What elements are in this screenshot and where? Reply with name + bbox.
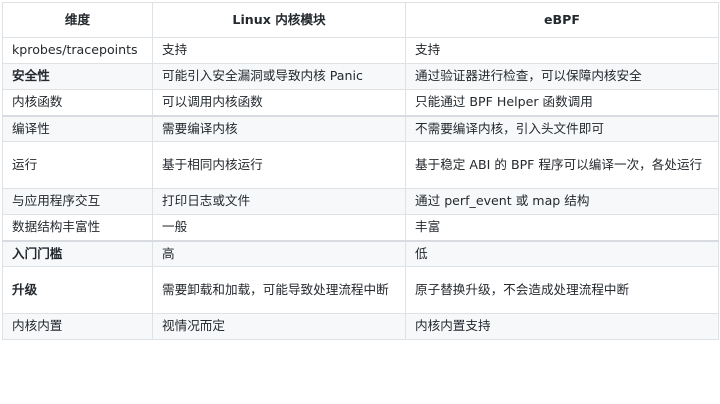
table-row: 内核函数 可以调用内核函数 只能通过 BPF Helper 函数调用: [2, 89, 719, 116]
row-dimension: 内核函数: [2, 89, 153, 116]
row-ebpf: 低: [405, 239, 719, 267]
row-dimension: 安全性: [2, 63, 153, 90]
row-kernel-module: 高: [152, 239, 406, 267]
row-dimension: 数据结构丰富性: [2, 214, 153, 241]
row-kernel-module: 需要卸载和加载，可能导致处理流程中断: [152, 266, 406, 314]
row-kernel-module: 一般: [152, 214, 406, 241]
table-row: 内核内置 视情况而定 内核内置支持: [2, 313, 719, 340]
table-row: 升级 需要卸载和加载，可能导致处理流程中断 原子替换升级，不会造成处理流程中断: [2, 266, 719, 314]
row-kernel-module: 可以调用内核函数: [152, 89, 406, 116]
row-ebpf: 不需要编译内核，引入头文件即可: [405, 114, 719, 142]
row-kernel-module: 基于相同内核运行: [152, 141, 406, 189]
header-dimension: 维度: [2, 2, 153, 38]
row-ebpf: 只能通过 BPF Helper 函数调用: [405, 89, 719, 116]
table-row: 与应用程序交互 打印日志或文件 通过 perf_event 或 map 结构: [2, 188, 719, 215]
row-kernel-module: 视情况而定: [152, 313, 406, 340]
row-kernel-module: 需要编译内核: [152, 114, 406, 142]
table-row: 入门门槛 高 低: [2, 239, 719, 267]
header-kernel-module: Linux 内核模块: [152, 2, 406, 38]
row-dimension: 入门门槛: [2, 239, 153, 267]
row-ebpf: 通过 perf_event 或 map 结构: [405, 188, 719, 215]
row-kernel-module: 打印日志或文件: [152, 188, 406, 215]
row-ebpf: 通过验证器进行检查，可以保障内核安全: [405, 63, 719, 90]
row-dimension: 与应用程序交互: [2, 188, 153, 215]
row-dimension: 编译性: [2, 114, 153, 142]
row-ebpf: 内核内置支持: [405, 313, 719, 340]
row-dimension: 内核内置: [2, 313, 153, 340]
table-row: 运行 基于相同内核运行 基于稳定 ABI 的 BPF 程序可以编译一次，各处运行: [2, 141, 719, 189]
row-dimension: 升级: [2, 266, 153, 314]
table-row: 数据结构丰富性 一般 丰富: [2, 214, 719, 241]
row-ebpf: 支持: [405, 37, 719, 64]
row-ebpf: 原子替换升级，不会造成处理流程中断: [405, 266, 719, 314]
row-dimension: kprobes/tracepoints: [2, 37, 153, 64]
table-header-row: 维度 Linux 内核模块 eBPF: [2, 2, 719, 38]
row-kernel-module: 支持: [152, 37, 406, 64]
row-dimension: 运行: [2, 141, 153, 189]
table-row: 安全性 可能引入安全漏洞或导致内核 Panic 通过验证器进行检查，可以保障内核…: [2, 63, 719, 90]
row-kernel-module: 可能引入安全漏洞或导致内核 Panic: [152, 63, 406, 90]
row-ebpf: 丰富: [405, 214, 719, 241]
table-row: 编译性 需要编译内核 不需要编译内核，引入头文件即可: [2, 114, 719, 142]
row-ebpf: 基于稳定 ABI 的 BPF 程序可以编译一次，各处运行: [405, 141, 719, 189]
comparison-table: 维度 Linux 内核模块 eBPF kprobes/tracepoints 支…: [2, 2, 719, 340]
table-row: kprobes/tracepoints 支持 支持: [2, 37, 719, 64]
header-ebpf: eBPF: [405, 2, 719, 38]
comparison-table-container: 维度 Linux 内核模块 eBPF kprobes/tracepoints 支…: [0, 2, 720, 404]
